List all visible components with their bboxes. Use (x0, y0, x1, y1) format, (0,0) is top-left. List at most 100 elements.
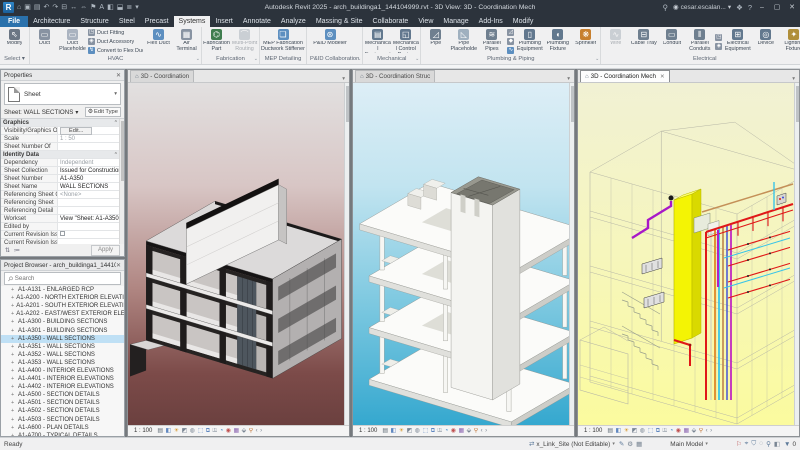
temporary-view-icon[interactable]: ▦ (233, 428, 239, 434)
scale-control[interactable]: 1 : 100 (581, 427, 605, 435)
pipe-placeholder-button[interactable]: ◺Pipe Placeholder (450, 28, 477, 55)
panel-label-select[interactable]: Select ▾ (0, 55, 29, 64)
parallel-conduits-button[interactable]: ⫴ Parallel Conduits (686, 28, 713, 55)
reveal-hidden-icon[interactable]: ◉ (451, 428, 456, 434)
close-icon[interactable]: ✕ (116, 72, 121, 79)
photo-render-icon[interactable]: ◍ (640, 428, 645, 434)
lock-3d-icon[interactable]: ⚿ (662, 428, 667, 434)
expand-icon[interactable]: + (11, 311, 14, 317)
ribbon-tab-systems[interactable]: Systems (173, 16, 211, 27)
active-workset-control[interactable]: ⇄ x_Link_Site (Not Editable) ▾ (529, 440, 615, 449)
reveal-constraints-icon[interactable]: ⚲ (249, 428, 253, 434)
mechanical-control-device-button[interactable]: ◱Mechanical Control Device (392, 28, 419, 55)
show-crop-icon[interactable]: ⧉ (206, 428, 210, 434)
tree-item-a1-a501[interactable]: + A1-A501 - SECTION DETAILS (1, 399, 124, 407)
ribbon-tab-manage[interactable]: Manage (438, 16, 473, 27)
exclude-options-icon[interactable]: ⚐ (736, 440, 742, 448)
print-icon[interactable]: ⊟ (61, 4, 67, 11)
tree-item-a1-a202[interactable]: + A1-A202 - EAST/WEST EXTERIOR ELEVAT (1, 310, 124, 318)
scroll-left-icon[interactable]: ‹ (481, 428, 483, 434)
expand-icon[interactable]: + (11, 433, 16, 436)
property-value[interactable]: WALL SECTIONS (58, 183, 124, 191)
shadows-icon[interactable]: ◩ (632, 428, 638, 434)
ribbon-tab-structure[interactable]: Structure (75, 16, 113, 27)
dialog-launcher-icon[interactable]: ⌄ (254, 55, 258, 64)
tree-item-a1-a350[interactable]: + A1-A350 - WALL SECTIONS (1, 334, 124, 343)
detail-level-icon[interactable]: ▤ (157, 428, 163, 434)
pipe-fitting-icon-button[interactable]: ◿ (507, 29, 515, 37)
browser-search[interactable]: ⚲ (4, 272, 121, 285)
aligned-dimension-icon[interactable]: ⇔ (80, 4, 87, 11)
temporary-hide-icon[interactable]: ◔ (670, 428, 674, 434)
ribbon-tab-steel[interactable]: Steel (114, 16, 140, 27)
visual-style-icon[interactable]: ◧ (166, 428, 172, 434)
flex-pipe-icon-button[interactable]: ∿ (507, 47, 515, 55)
measure-icon[interactable]: ↔ (70, 4, 77, 11)
tree-item-a1-a502[interactable]: + A1-A502 - SECTION DETAILS (1, 407, 124, 415)
edit-graphics-button[interactable]: Edit... (60, 126, 93, 135)
expand-icon[interactable]: + (11, 400, 16, 406)
close-tab-icon[interactable]: ✕ (660, 74, 665, 80)
property-value[interactable]: 1 : 50 (58, 135, 124, 143)
shadows-icon[interactable]: ◩ (407, 428, 413, 434)
ribbon-tab-precast[interactable]: Precast (140, 16, 174, 27)
property-value[interactable]: A1-A350 (58, 175, 124, 183)
home-icon[interactable]: ⌂ (17, 4, 21, 11)
convert-to-flex-duct-button[interactable]: ↯ Convert to Flex Duct (88, 47, 143, 55)
tree-item-a1-a300[interactable]: + A1-A300 - BUILDING SECTIONS (1, 318, 124, 326)
expand-icon[interactable]: + (11, 303, 14, 309)
view-canvas-coordination-struc[interactable] (353, 83, 574, 425)
expand-icon[interactable]: + (11, 352, 16, 358)
expand-icon[interactable]: + (11, 425, 16, 431)
type-selector[interactable]: Sheet ▾ (4, 83, 121, 105)
mechanical-equipment-button[interactable]: ▤Mechanical Equipment (364, 28, 391, 55)
view-tab-3d-coordination-mech[interactable]: ⌂ 3D - Coordination Mech ✕ (580, 70, 670, 82)
ribbon-tab-collaborate[interactable]: Collaborate (368, 16, 414, 27)
expand-icon[interactable]: + (11, 319, 16, 325)
p-id-modeler-button[interactable]: ⊛ P&ID Modeler (308, 28, 352, 55)
tree-item-a1-a131[interactable]: + A1-A131 - ENLARGED RCP (1, 286, 124, 294)
crop-view-icon[interactable]: ⬚ (423, 428, 429, 434)
modify-button[interactable]: ⇖ Modify (1, 28, 28, 55)
minimize-button[interactable]: – (757, 4, 767, 11)
redo-icon[interactable]: ↷ (52, 4, 58, 11)
scale-control[interactable]: 1 : 100 (356, 427, 380, 435)
temporary-view-icon[interactable]: ▦ (683, 428, 689, 434)
duct-placeholder-button[interactable]: ▭Duct Placeholder (59, 28, 86, 55)
undo-icon[interactable]: ↶ (43, 4, 49, 11)
multi-point-routing-button[interactable]: ⌒ Multi-Point Routing (231, 28, 258, 55)
ribbon-tab-view[interactable]: View (413, 16, 438, 27)
vertical-scrollbar[interactable] (794, 83, 799, 425)
worksets-icon[interactable]: ⚙ (627, 440, 633, 448)
expand-icon[interactable]: + (11, 376, 16, 382)
tree-item-a1-a201[interactable]: + A1-A201 - SOUTH EXTERIOR ELEVATION (1, 302, 124, 310)
reveal-hidden-icon[interactable]: ◉ (226, 428, 231, 434)
filter-control[interactable]: ▼ 0 (784, 441, 796, 448)
tree-item-a1-a400[interactable]: + A1-A400 - INTERIOR ELEVATIONS (1, 367, 124, 375)
dialog-launcher-icon[interactable]: ⌄ (357, 55, 361, 64)
expand-icon[interactable]: + (11, 328, 16, 334)
account-menu[interactable]: ◉ cesar.escalan... ▾ (673, 3, 731, 12)
sprinkler-button[interactable]: ❋ Sprinkler (572, 28, 599, 55)
ribbon-tab-massing-site[interactable]: Massing & Site (311, 16, 368, 27)
sun-path-icon[interactable]: ☀ (174, 428, 179, 434)
property-value[interactable]: Independent (58, 159, 124, 167)
tree-item-a1-a353[interactable]: + A1-A353 - WALL SECTIONS (1, 359, 124, 367)
expand-icon[interactable]: + (11, 336, 16, 342)
edit-type-button[interactable]: ⚙ Edit Type (84, 107, 121, 117)
scroll-right-icon[interactable]: › (485, 428, 487, 434)
instance-selector[interactable]: Sheet: WALL SECTIONS (4, 109, 73, 116)
sun-path-icon[interactable]: ☀ (399, 428, 404, 434)
status-grid-icon[interactable]: ▦ (636, 440, 642, 448)
visual-style-icon[interactable]: ◧ (616, 428, 622, 434)
tree-item-a1-a401[interactable]: + A1-A401 - INTERIOR ELEVATIONS (1, 375, 124, 383)
tree-item-a1-a700[interactable]: + A1-A700 - TYPICAL DETAILS (1, 432, 124, 436)
ribbon-tab-file[interactable]: File (0, 16, 29, 27)
select-by-face-icon[interactable]: ◧ (774, 440, 780, 448)
temporary-view-icon[interactable]: ▦ (458, 428, 464, 434)
wire-button[interactable]: ∿ Wire (602, 28, 629, 55)
reveal-hidden-icon[interactable]: ◉ (676, 428, 681, 434)
scale-control[interactable]: 1 : 100 (131, 427, 155, 435)
air-terminal-button[interactable]: ▦ Air Terminal (173, 28, 200, 55)
view-canvas-coordination[interactable] (128, 83, 349, 425)
